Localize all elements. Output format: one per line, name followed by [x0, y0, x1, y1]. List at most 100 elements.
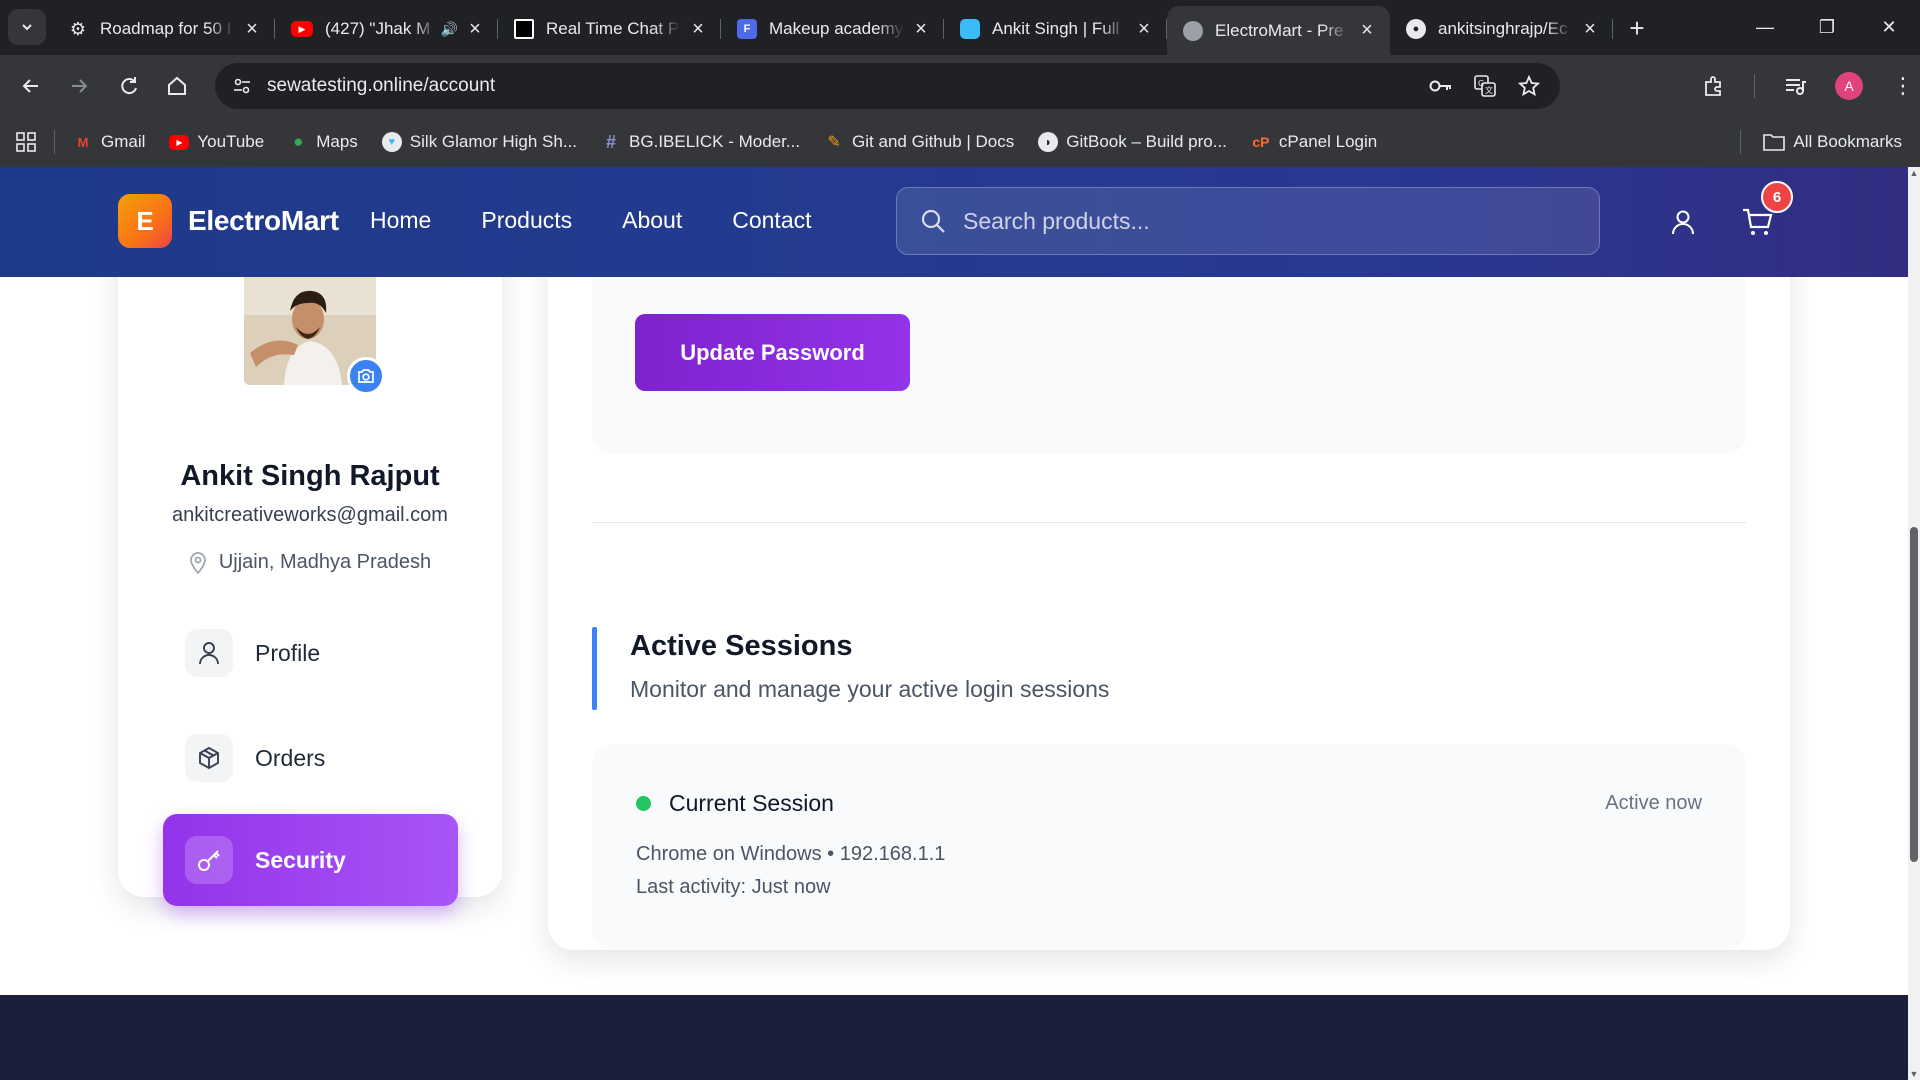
window-controls: — ❐ ✕ [1734, 0, 1920, 55]
bookmark-item[interactable]: ● Maps [288, 132, 358, 152]
browser-tab-bar: ⚙ Roadmap for 50 I × ▶ (427) "Jhak M 🔊 ×… [0, 0, 1920, 55]
bookmark-item[interactable]: # BG.IBELICK - Moder... [601, 132, 800, 152]
apps-grid-icon[interactable] [16, 132, 36, 152]
password-key-icon[interactable] [1428, 73, 1454, 99]
sidebar-item-label: Profile [255, 639, 321, 666]
more-menu-icon[interactable]: ⋮ [1889, 72, 1917, 100]
scrollbar-thumb[interactable] [1910, 527, 1918, 862]
close-icon[interactable]: × [1133, 18, 1155, 40]
close-icon[interactable]: × [464, 18, 486, 40]
nav-contact[interactable]: Contact [732, 207, 811, 234]
tab-strip: ⚙ Roadmap for 50 I × ▶ (427) "Jhak M 🔊 ×… [52, 6, 1655, 55]
address-bar[interactable]: sewatesting.online/account G文 [215, 63, 1560, 109]
page-scrollbar[interactable]: ▲ ▼ [1908, 167, 1920, 1080]
session-last-activity: Last activity: Just now [636, 876, 831, 898]
close-icon[interactable]: × [1356, 19, 1378, 42]
window-close-icon[interactable]: ✕ [1858, 0, 1920, 55]
tab-item[interactable]: ⚙ Roadmap for 50 I × [52, 8, 275, 50]
home-icon[interactable] [160, 69, 194, 103]
browser-toolbar: sewatesting.online/account G文 A ⋮ [0, 55, 1920, 117]
tab-title: ankitsinghrajp/Ec [1438, 19, 1568, 38]
location-pin-icon [189, 551, 206, 574]
bookmark-item[interactable]: M Gmail [73, 132, 146, 152]
close-icon[interactable]: × [910, 18, 932, 40]
brand-name[interactable]: ElectroMart [188, 205, 339, 237]
session-status: Active now [1605, 792, 1702, 814]
tab-title: (427) "Jhak M [325, 19, 431, 38]
speaker-icon[interactable]: 🔊 [441, 21, 458, 38]
tab-item[interactable]: ● ankitsinghrajp/Ec × [1390, 8, 1613, 50]
nav-products[interactable]: Products [481, 207, 572, 234]
search-input[interactable] [963, 207, 1563, 235]
user-icon [185, 629, 233, 677]
svg-text:文: 文 [1485, 85, 1493, 95]
profile-avatar[interactable]: A [1835, 72, 1863, 100]
all-bookmarks-button[interactable]: All Bookmarks [1740, 117, 1902, 167]
status-dot [636, 796, 651, 811]
profile-email: ankitcreativeworks@gmail.com [172, 504, 448, 526]
account-icon[interactable] [1668, 207, 1698, 237]
change-photo-button[interactable] [347, 357, 385, 395]
bookmark-item[interactable]: ◗ GitBook – Build pro... [1038, 132, 1227, 152]
app-icon [514, 19, 534, 39]
close-icon[interactable]: × [687, 18, 709, 40]
sidebar-item-orders[interactable]: Orders [163, 712, 458, 804]
site-info-icon[interactable] [229, 73, 255, 99]
tab-title: Real Time Chat Pl [546, 19, 681, 38]
bookmark-item[interactable]: ♥ Silk Glamor High Sh... [381, 132, 577, 152]
globe-icon [1183, 20, 1203, 41]
close-icon[interactable]: × [1579, 18, 1601, 40]
translate-icon[interactable]: G文 [1472, 73, 1498, 99]
extensions-icon[interactable] [1700, 72, 1728, 100]
github-icon: ● [1406, 19, 1426, 39]
youtube-icon: ▶ [169, 134, 190, 150]
tab-search-button[interactable] [8, 9, 46, 45]
nav-home[interactable]: Home [370, 207, 431, 234]
tab-item[interactable]: Real Time Chat Pl × [498, 8, 721, 50]
doc-icon: ✎ [827, 134, 841, 151]
bookmark-item[interactable]: ✎ Git and Github | Docs [824, 132, 1014, 152]
package-icon [185, 734, 233, 782]
bookmark-item[interactable]: cP cPanel Login [1251, 132, 1377, 152]
media-control-icon[interactable] [1781, 72, 1809, 100]
session-card: Current Session Active now Chrome on Win… [592, 744, 1746, 950]
main-nav: Home Products About Contact [370, 207, 812, 234]
restore-icon[interactable]: ❐ [1796, 0, 1858, 55]
tab-item[interactable]: Ankit Singh | Full × [944, 8, 1167, 50]
sidebar-item-profile[interactable]: Profile [163, 607, 458, 699]
cpanel-icon: cP [1252, 134, 1270, 150]
security-panel: Update Password Active Sessions Monitor … [548, 207, 1790, 950]
new-tab-button[interactable]: + [1619, 10, 1655, 46]
maps-icon: ● [293, 132, 304, 151]
sidebar-item-security[interactable]: Security [163, 814, 458, 906]
site-header: E ElectroMart Home Products About Contac… [0, 167, 1908, 277]
session-device: Chrome on Windows • 192.168.1.1 [636, 843, 946, 865]
site-footer [0, 995, 1908, 1080]
gmail-icon: M [77, 134, 89, 150]
forms-icon: F [737, 19, 757, 39]
tab-item-active[interactable]: ElectroMart - Pre × [1167, 6, 1390, 55]
update-password-button[interactable]: Update Password [635, 314, 910, 391]
hash-icon: # [606, 131, 617, 152]
tooth-icon: ♥ [381, 132, 402, 152]
bookmark-item[interactable]: ▶ YouTube [169, 132, 264, 152]
bookmarks-bar: M Gmail ▶ YouTube ● Maps ♥ Silk Glamor High … [0, 117, 1920, 167]
divider [592, 522, 1746, 523]
product-search [896, 187, 1600, 255]
forward-icon[interactable] [62, 69, 96, 103]
folder-icon [1763, 134, 1786, 151]
tab-item[interactable]: F Makeup academy × [721, 8, 944, 50]
tab-title: Ankit Singh | Full [992, 19, 1120, 38]
close-icon[interactable]: × [241, 18, 263, 40]
minimize-icon[interactable]: — [1734, 0, 1796, 55]
logo-icon[interactable]: E [118, 194, 172, 248]
sessions-title: Active Sessions [630, 630, 853, 662]
camera-icon [358, 369, 374, 383]
nav-about[interactable]: About [622, 207, 682, 234]
sessions-subtitle: Monitor and manage your active login ses… [630, 676, 1110, 702]
bookmark-star-icon[interactable] [1516, 73, 1542, 99]
back-icon[interactable] [14, 69, 48, 103]
url-text[interactable]: sewatesting.online/account [267, 75, 495, 97]
reload-icon[interactable] [112, 69, 146, 103]
tab-item[interactable]: ▶ (427) "Jhak M 🔊 × [275, 8, 498, 50]
